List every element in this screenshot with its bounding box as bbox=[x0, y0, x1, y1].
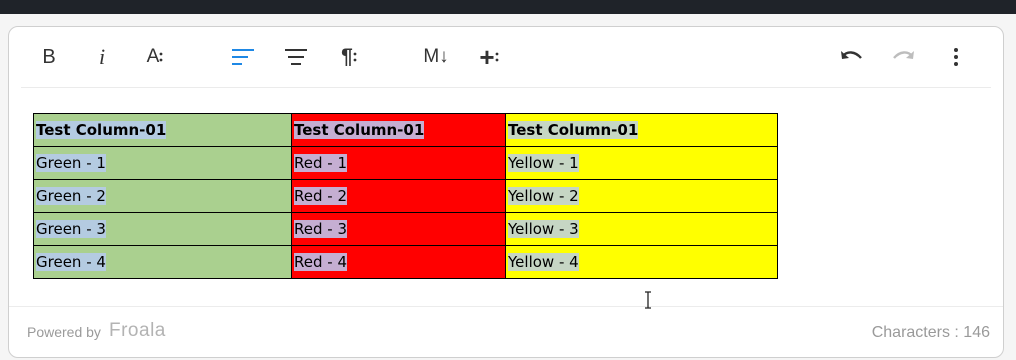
markdown-button[interactable]: M↓ bbox=[417, 40, 455, 74]
cell-text: Green - 1 bbox=[36, 154, 106, 172]
rich-text-editor: B i A ¶ M↓ + Test Column-01 Test Column-… bbox=[8, 26, 1004, 358]
table-row: Green - 2 Red - 2 Yellow - 2 bbox=[33, 179, 778, 213]
paragraph-icon: ¶ bbox=[341, 45, 353, 68]
froala-logo[interactable]: Froala bbox=[109, 320, 166, 342]
paragraph-format-button[interactable]: ¶ bbox=[330, 40, 368, 74]
cell-text: Yellow - 3 bbox=[508, 220, 579, 238]
font-size-icon: A bbox=[146, 46, 160, 67]
more-dots-icon bbox=[353, 52, 357, 62]
cell-text: Red - 1 bbox=[294, 154, 347, 172]
table-cell[interactable]: Yellow - 3 bbox=[505, 212, 778, 246]
header-cell-text: Test Column-01 bbox=[508, 121, 639, 139]
align-center-icon bbox=[285, 49, 307, 65]
cell-text: Yellow - 4 bbox=[508, 253, 579, 271]
powered-by-label: Powered by bbox=[27, 324, 101, 340]
table-cell[interactable]: Red - 2 bbox=[291, 179, 506, 213]
cell-text: Yellow - 1 bbox=[508, 154, 579, 172]
table-row: Green - 4 Red - 4 Yellow - 4 bbox=[33, 245, 778, 279]
browser-top-bar bbox=[0, 0, 1016, 14]
undo-icon bbox=[841, 51, 862, 59]
table-row: Green - 3 Red - 3 Yellow - 3 bbox=[33, 212, 778, 246]
redo-icon bbox=[893, 51, 914, 59]
table-cell[interactable]: Green - 2 bbox=[33, 179, 292, 213]
more-dots-icon bbox=[495, 52, 498, 62]
markdown-icon: M↓ bbox=[423, 46, 449, 67]
table-row: Green - 1 Red - 1 Yellow - 1 bbox=[33, 146, 778, 180]
align-center-button[interactable] bbox=[277, 40, 315, 74]
cell-text: Green - 3 bbox=[36, 220, 106, 238]
cell-text: Red - 3 bbox=[294, 220, 347, 238]
undo-button[interactable] bbox=[832, 40, 870, 74]
cell-text: Green - 2 bbox=[36, 187, 106, 205]
cell-text: Yellow - 2 bbox=[508, 187, 579, 205]
header-cell-text: Test Column-01 bbox=[294, 121, 425, 139]
table-cell[interactable]: Green - 4 bbox=[33, 245, 292, 279]
table-cell[interactable]: Test Column-01 bbox=[291, 113, 506, 147]
cell-text: Green - 4 bbox=[36, 253, 106, 271]
more-options-button[interactable] bbox=[937, 40, 975, 74]
align-left-icon bbox=[232, 49, 254, 65]
header-cell-text: Test Column-01 bbox=[36, 121, 167, 139]
italic-button[interactable]: i bbox=[83, 40, 121, 74]
table-cell[interactable]: Green - 3 bbox=[33, 212, 292, 246]
editor-toolbar: B i A ¶ M↓ + bbox=[9, 27, 1003, 87]
editor-footer: Powered by Froala Characters : 146 bbox=[9, 307, 1003, 357]
table-cell[interactable]: Red - 3 bbox=[291, 212, 506, 246]
editor-content-area[interactable]: Test Column-01 Test Column-01 Test Colum… bbox=[9, 88, 1003, 306]
table-cell[interactable]: Test Column-01 bbox=[505, 113, 778, 147]
table-cell[interactable]: Yellow - 2 bbox=[505, 179, 778, 213]
italic-icon: i bbox=[98, 44, 106, 69]
table-cell[interactable]: Red - 1 bbox=[291, 146, 506, 180]
table-cell[interactable]: Red - 4 bbox=[291, 245, 506, 279]
text-cursor-icon bbox=[645, 291, 651, 309]
bold-icon: B bbox=[42, 45, 56, 68]
cell-text: Red - 2 bbox=[294, 187, 347, 205]
character-count: Characters : 146 bbox=[871, 324, 990, 341]
bold-button[interactable]: B bbox=[30, 40, 68, 74]
plus-icon: + bbox=[479, 41, 495, 72]
align-left-button[interactable] bbox=[224, 40, 262, 74]
font-size-button[interactable]: A bbox=[136, 40, 174, 74]
colored-table[interactable]: Test Column-01 Test Column-01 Test Colum… bbox=[33, 113, 778, 279]
table-cell[interactable]: Green - 1 bbox=[33, 146, 292, 180]
vertical-dots-icon bbox=[954, 48, 958, 66]
redo-button[interactable] bbox=[885, 40, 923, 74]
table-cell[interactable]: Test Column-01 bbox=[33, 113, 292, 147]
more-dots-icon bbox=[159, 52, 163, 62]
cell-text: Red - 4 bbox=[294, 253, 347, 271]
insert-more-button[interactable]: + bbox=[470, 40, 508, 74]
table-cell[interactable]: Yellow - 4 bbox=[505, 245, 778, 279]
table-cell[interactable]: Yellow - 1 bbox=[505, 146, 778, 180]
table-header-row: Test Column-01 Test Column-01 Test Colum… bbox=[33, 113, 778, 147]
